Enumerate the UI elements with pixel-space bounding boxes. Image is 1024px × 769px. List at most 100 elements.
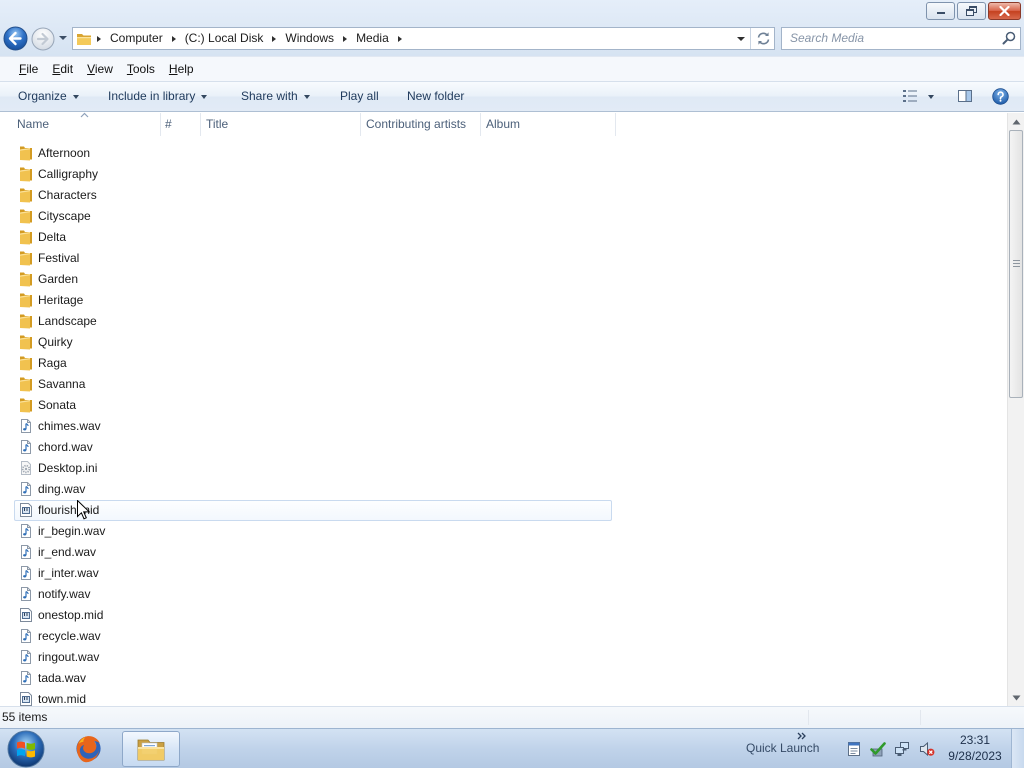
- network-icon[interactable]: [894, 741, 910, 757]
- scroll-down-button[interactable]: [1008, 689, 1024, 706]
- scroll-up-button[interactable]: [1008, 113, 1024, 130]
- file-row[interactable]: recycle.wav: [14, 626, 612, 647]
- scroll-thumb[interactable]: [1009, 130, 1023, 398]
- windows-explorer-taskbar-button[interactable]: [122, 731, 180, 767]
- quick-launch-label[interactable]: Quick Launch: [746, 729, 819, 767]
- forward-button[interactable]: [31, 27, 55, 51]
- refresh-icon[interactable]: [755, 30, 772, 47]
- file-name: Raga: [38, 356, 67, 370]
- security-check-icon[interactable]: [870, 741, 886, 757]
- folder-icon: [18, 292, 34, 308]
- file-row[interactable]: Sonata: [14, 395, 612, 416]
- share-with-button[interactable]: Share with: [235, 82, 316, 111]
- preview-pane-icon[interactable]: [957, 88, 973, 104]
- menu-help[interactable]: Help: [162, 58, 201, 80]
- column-header-contributing-artists[interactable]: Contributing artists: [361, 113, 481, 136]
- file-row[interactable]: Heritage: [14, 290, 612, 311]
- file-row[interactable]: onestop.mid: [14, 605, 612, 626]
- file-row[interactable]: Afternoon: [14, 143, 612, 164]
- breadcrumb-separator[interactable]: [393, 28, 407, 49]
- file-row[interactable]: Quirky: [14, 332, 612, 353]
- folder-icon: [18, 397, 34, 413]
- breadcrumb-media[interactable]: Media: [352, 28, 393, 49]
- file-row[interactable]: Savanna: [14, 374, 612, 395]
- folder-icon: [18, 187, 34, 203]
- start-orb-icon[interactable]: [6, 729, 46, 769]
- file-row[interactable]: Characters: [14, 185, 612, 206]
- menu-tools[interactable]: Tools: [120, 58, 162, 80]
- column-header-track-number[interactable]: #: [161, 113, 201, 136]
- file-row[interactable]: ir_end.wav: [14, 542, 612, 563]
- file-row[interactable]: chord.wav: [14, 437, 612, 458]
- file-row[interactable]: ding.wav: [14, 479, 612, 500]
- column-header-title[interactable]: Title: [201, 113, 361, 136]
- file-row[interactable]: notify.wav: [14, 584, 612, 605]
- file-row[interactable]: flourish.mid: [14, 500, 612, 521]
- clock-date: 9/28/2023: [948, 749, 1002, 763]
- view-options-dropdown[interactable]: [928, 95, 934, 99]
- volume-muted-icon[interactable]: [919, 741, 935, 757]
- include-in-library-button[interactable]: Include in library: [102, 82, 213, 111]
- vertical-scrollbar[interactable]: [1007, 113, 1024, 706]
- audio-file-icon: [18, 649, 34, 665]
- mouse-cursor-icon: [77, 500, 90, 520]
- file-row[interactable]: chimes.wav: [14, 416, 612, 437]
- file-row[interactable]: town.mid: [14, 689, 612, 706]
- play-all-button[interactable]: Play all: [334, 82, 385, 111]
- back-button[interactable]: [3, 26, 28, 51]
- share-with-label: Share with: [241, 89, 298, 103]
- column-header-album[interactable]: Album: [481, 113, 616, 136]
- audio-file-icon: [18, 544, 34, 560]
- file-row[interactable]: ir_inter.wav: [14, 563, 612, 584]
- file-row[interactable]: Cityscape: [14, 206, 612, 227]
- breadcrumb-windows[interactable]: Windows: [281, 28, 338, 49]
- folder-icon: [18, 355, 34, 371]
- tray-document-icon[interactable]: [846, 741, 862, 757]
- file-name: recycle.wav: [38, 629, 101, 643]
- address-bar[interactable]: Computer (C:) Local Disk Windows Media: [72, 27, 775, 50]
- recent-pages-dropdown[interactable]: [59, 36, 67, 40]
- file-row[interactable]: Calligraphy: [14, 164, 612, 185]
- system-clock[interactable]: 23:31 9/28/2023: [944, 732, 1006, 764]
- help-icon[interactable]: [992, 88, 1009, 105]
- window-chrome: Computer (C:) Local Disk Windows Media S…: [0, 0, 1024, 56]
- restore-button[interactable]: [957, 2, 986, 20]
- show-desktop-button[interactable]: [1011, 729, 1024, 768]
- folder-icon: [18, 145, 34, 161]
- file-row[interactable]: ringout.wav: [14, 647, 612, 668]
- file-name: ir_inter.wav: [38, 566, 99, 580]
- breadcrumb-separator[interactable]: [167, 28, 181, 49]
- menu-edit[interactable]: Edit: [45, 58, 80, 80]
- file-row[interactable]: Raga: [14, 353, 612, 374]
- breadcrumb-computer[interactable]: Computer: [106, 28, 167, 49]
- minimize-button[interactable]: [926, 2, 955, 20]
- search-icon[interactable]: [1002, 31, 1016, 45]
- search-input[interactable]: Search Media: [781, 27, 1021, 50]
- change-view-icon[interactable]: [902, 89, 918, 103]
- organize-button[interactable]: Organize: [12, 82, 85, 111]
- firefox-icon[interactable]: [73, 733, 104, 764]
- column-header-name[interactable]: Name: [11, 113, 161, 136]
- close-button[interactable]: [988, 2, 1021, 20]
- file-name: Calligraphy: [38, 167, 99, 181]
- breadcrumb-separator[interactable]: [267, 28, 281, 49]
- folder-icon: [18, 208, 34, 224]
- file-row[interactable]: Landscape: [14, 311, 612, 332]
- file-row[interactable]: Garden: [14, 269, 612, 290]
- audio-file-icon: [18, 418, 34, 434]
- breadcrumb-local-disk[interactable]: (C:) Local Disk: [181, 28, 268, 49]
- breadcrumb-separator[interactable]: [92, 28, 106, 49]
- file-row[interactable]: Delta: [14, 227, 612, 248]
- breadcrumb-separator[interactable]: [338, 28, 352, 49]
- file-row[interactable]: Desktop.ini: [14, 458, 612, 479]
- folder-icon: [18, 271, 34, 287]
- address-history-dropdown[interactable]: [737, 37, 745, 41]
- menu-view[interactable]: View: [80, 58, 120, 80]
- file-row[interactable]: tada.wav: [14, 668, 612, 689]
- menu-file[interactable]: File: [12, 58, 45, 80]
- quick-launch-chevron-icon[interactable]: [797, 732, 807, 740]
- file-row[interactable]: Festival: [14, 248, 612, 269]
- file-name: Cityscape: [38, 209, 91, 223]
- new-folder-button[interactable]: New folder: [401, 82, 470, 111]
- file-row[interactable]: ir_begin.wav: [14, 521, 612, 542]
